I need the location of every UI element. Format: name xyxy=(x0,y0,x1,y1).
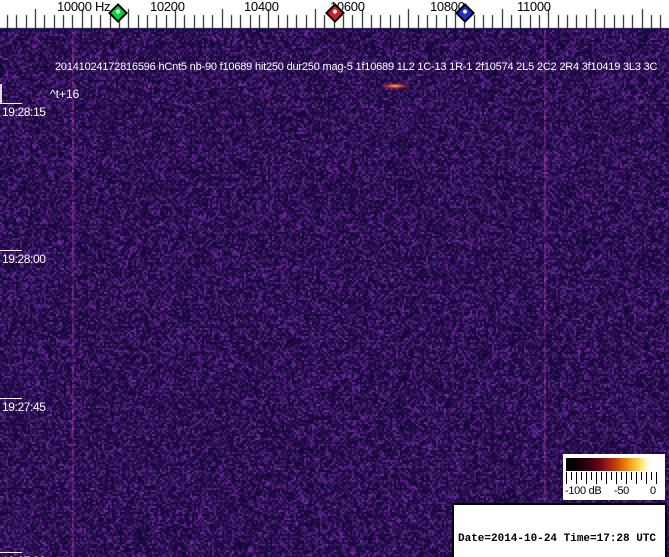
time-cursor-mark xyxy=(0,84,2,104)
db-tick xyxy=(656,472,657,484)
db-tick xyxy=(641,472,642,480)
db-tick xyxy=(611,472,612,480)
db-tick xyxy=(651,472,652,480)
db-tick xyxy=(566,472,567,484)
freq-tick-label: 11000 xyxy=(517,0,551,14)
db-color-scale-legend: -100 dB -50 0 xyxy=(563,454,665,500)
station-info-box: Date=2014-10-24 Time=17:28 UTC Freq=143 … xyxy=(452,503,667,557)
frequency-ruler: 10000 Hz 10200 10400 10600 10800 11000 xyxy=(0,0,669,30)
time-label: 19:27:45 xyxy=(2,400,46,414)
time-tick xyxy=(0,250,22,251)
db-label-min: -100 dB xyxy=(565,485,602,497)
db-tick xyxy=(636,472,637,484)
db-tick xyxy=(646,472,647,484)
db-label-max: 0 xyxy=(650,485,656,497)
db-gradient-bar xyxy=(566,458,661,471)
db-tick xyxy=(606,472,607,484)
info-date-time: Date=2014-10-24 Time=17:28 UTC xyxy=(458,532,657,545)
time-tick xyxy=(0,552,22,553)
db-tick xyxy=(616,472,617,484)
db-tick xyxy=(601,472,602,480)
detection-metadata-text: 20141024172816596 hCnt5 nb-90 f10689 hit… xyxy=(55,61,658,73)
freq-tick-label: 10000 Hz xyxy=(57,0,111,14)
time-tick xyxy=(0,103,22,104)
db-tick xyxy=(621,472,622,480)
db-tick xyxy=(626,472,627,484)
db-tick xyxy=(586,472,587,484)
spectrogram-area: 20141024172816596 hCnt5 nb-90 f10689 hit… xyxy=(0,30,669,557)
time-label: 19:28:00 xyxy=(2,252,46,266)
db-tick xyxy=(581,472,582,480)
freq-tick-label: 10400 xyxy=(244,0,279,14)
time-tick xyxy=(0,398,22,399)
db-tick xyxy=(591,472,592,480)
db-tick xyxy=(576,472,577,484)
db-label-mid: -50 xyxy=(614,485,629,497)
db-tick xyxy=(596,472,597,484)
time-label: 19:28:15 xyxy=(2,105,46,119)
db-tick xyxy=(571,472,572,480)
freq-tick-label: 10200 xyxy=(150,0,185,14)
time-cursor-label: ^t+16 xyxy=(50,87,80,101)
db-tick xyxy=(631,472,632,480)
spectrogram-window: 10000 Hz 10200 10400 10600 10800 11000 201410… xyxy=(0,0,669,557)
db-scale-ticks xyxy=(566,472,661,485)
